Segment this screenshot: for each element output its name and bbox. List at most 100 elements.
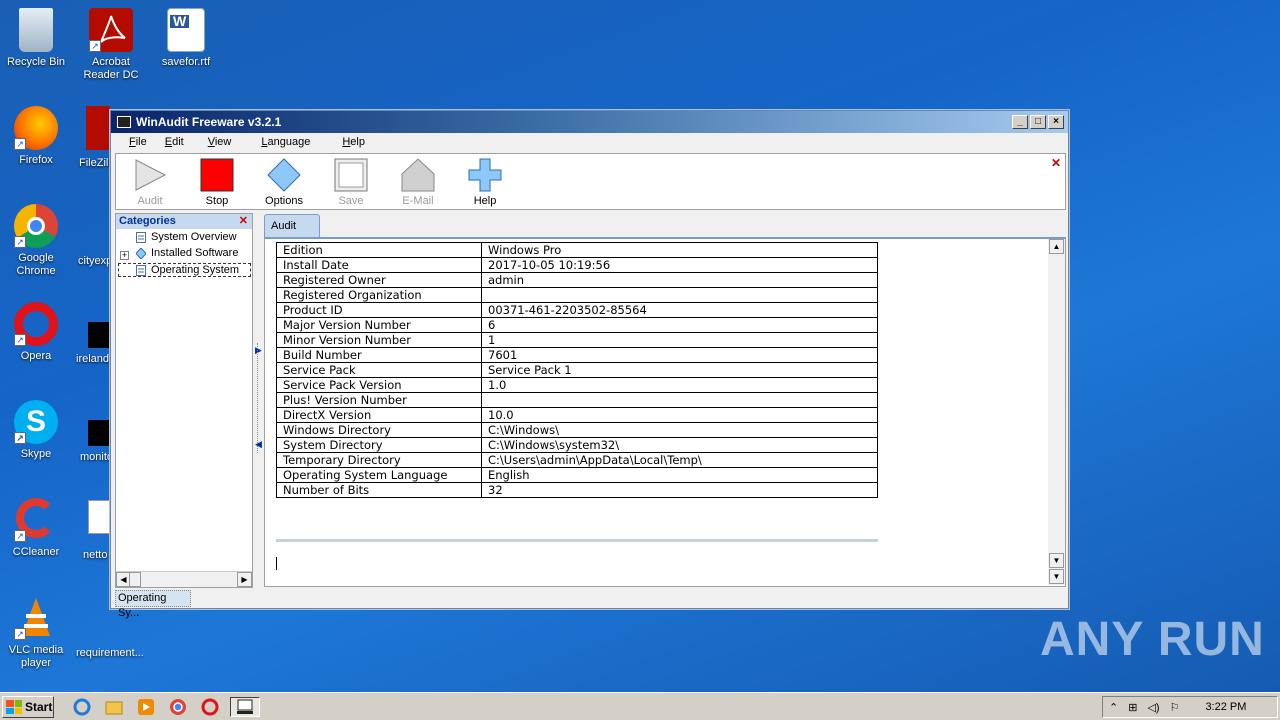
firefox-icon: ↗ (14, 106, 58, 150)
categories-panel: Categories ✕ System Overview + Installed… (115, 213, 253, 588)
save-icon (334, 158, 368, 192)
property-value-cell: 32 (481, 482, 878, 498)
menu-help[interactable]: Help (338, 136, 379, 148)
property-name-cell: Service Pack Version (276, 377, 482, 393)
desktop-label-requirement[interactable]: requirement... (76, 647, 144, 659)
tree-item-operating-system[interactable]: Operating System (118, 263, 251, 277)
desktop-icon-vlc[interactable]: ↗ VLC media player (1, 596, 71, 670)
desktop-label-netto[interactable]: netto (83, 549, 107, 561)
save-button[interactable]: Save (321, 158, 381, 207)
table-row: Windows Directory C:\Windows\ (276, 422, 878, 438)
scroll-right-button[interactable]: ▶ (237, 572, 252, 587)
property-value-cell: 00371-461-2203502-85564 (481, 302, 878, 318)
ie-icon[interactable] (70, 697, 94, 717)
desktop-icon-skype[interactable]: S ↗ Skype (1, 400, 71, 461)
close-button[interactable]: × (1048, 115, 1064, 129)
desktop-label-cityexp[interactable]: cityexp (78, 255, 112, 267)
menu-view[interactable]: View (204, 136, 258, 148)
tree-expander-installed-software[interactable]: + (120, 251, 129, 260)
maximize-button[interactable]: □ (1030, 115, 1046, 129)
property-value-cell: 2017-10-05 10:19:56 (481, 257, 878, 273)
desktop-icon-recycle-bin[interactable]: Recycle Bin (1, 8, 71, 69)
desktop-label-monito[interactable]: monito (80, 451, 113, 463)
help-button[interactable]: Help (455, 158, 515, 207)
tray-expand-icon[interactable]: ⌃ (1109, 701, 1118, 714)
chrome-icon: ↗ (14, 204, 58, 248)
acrobat-icon: ↗ (89, 8, 133, 52)
scroll-end-button[interactable]: ▼ (1049, 553, 1064, 568)
menu-edit[interactable]: Edit (161, 136, 204, 148)
skype-icon: S ↗ (14, 400, 58, 444)
email-icon (401, 158, 435, 192)
property-value-cell: C:\Users\admin\AppData\Local\Temp\ (481, 452, 878, 468)
opera-icon: ↗ (14, 302, 58, 346)
desktop-icon-opera[interactable]: ↗ Opera (1, 302, 71, 363)
desktop-icon-savefor[interactable]: W savefor.rtf (151, 8, 221, 69)
table-row: Operating System Language English (276, 467, 878, 483)
ccleaner-icon: ↗ (14, 498, 58, 542)
property-value-cell: 7601 (481, 347, 878, 363)
desktop-icon-firefox[interactable]: ↗ Firefox (1, 106, 71, 167)
categories-close-icon[interactable]: ✕ (239, 214, 248, 229)
property-value-cell: English (481, 467, 878, 483)
media-player-icon[interactable] (134, 697, 158, 717)
file-icon (88, 322, 110, 348)
menu-bar: File Edit View Language Help (111, 133, 1068, 151)
stop-button[interactable]: Stop (187, 158, 247, 207)
property-value-cell: C:\Windows\system32\ (481, 437, 878, 453)
volume-icon[interactable]: ◁) (1147, 701, 1159, 714)
title-bar[interactable]: WinAudit Freeware v3.2.1 _ □ × (111, 111, 1068, 133)
property-name-cell: Number of Bits (276, 482, 482, 498)
taskbar-items (70, 697, 260, 717)
network-icon[interactable]: ⊞ (1128, 701, 1137, 714)
plus-icon (468, 158, 502, 192)
explorer-icon[interactable] (102, 697, 126, 717)
tab-audit[interactable]: Audit (264, 214, 320, 237)
tree-item-system-overview[interactable]: System Overview (136, 231, 237, 243)
table-row: Number of Bits 32 (276, 482, 878, 498)
collapse-left-icon[interactable]: ◀ (255, 439, 262, 450)
status-bar: Operating Sy... (115, 590, 1066, 619)
winaudit-icon[interactable] (230, 697, 260, 717)
scroll-up-button[interactable]: ▲ (1049, 239, 1064, 254)
horizontal-scrollbar[interactable]: ◀ ▶ (116, 571, 252, 587)
watermark: ANY RUN (1040, 613, 1265, 666)
property-value-cell (481, 392, 878, 408)
diamond-icon (267, 158, 301, 192)
desktop-icon-acrobat[interactable]: ↗ Acrobat Reader DC (76, 8, 146, 82)
start-button[interactable]: Start (2, 696, 54, 718)
flag-icon[interactable]: ⚐ (1170, 701, 1180, 714)
property-name-cell: Registered Organization (276, 287, 482, 303)
table-row: Service Pack Version 1.0 (276, 377, 878, 393)
panel-splitter[interactable]: ▶ ◀ (254, 213, 264, 588)
table-row: Temporary Directory C:\Users\admin\AppDat… (276, 452, 878, 468)
property-value-cell: 1 (481, 332, 878, 348)
desktop-label-irelandr[interactable]: irelandr (76, 353, 113, 365)
menu-file[interactable]: File (125, 136, 161, 148)
table-row: DirectX Version 10.0 (276, 407, 878, 423)
property-name-cell: Temporary Directory (276, 452, 482, 468)
audit-button[interactable]: Audit (120, 158, 180, 207)
window-title: WinAudit Freeware v3.2.1 (136, 115, 282, 129)
property-name-cell: Registered Owner (276, 272, 482, 288)
menu-language[interactable]: Language (257, 136, 338, 148)
vertical-scrollbar[interactable]: ▲ ▼ ▼ (1048, 239, 1065, 585)
clock[interactable]: 3:22 PM (1205, 701, 1246, 713)
desktop-icon-ccleaner[interactable]: ↗ CCleaner (1, 498, 71, 559)
toolbar-close-icon[interactable]: ✕ (1051, 156, 1061, 170)
opera-icon[interactable] (198, 697, 222, 717)
email-button[interactable]: E-Mail (388, 158, 448, 207)
scroll-down-button[interactable]: ▼ (1049, 569, 1064, 584)
desktop-icon-chrome[interactable]: ↗ Google Chrome (1, 204, 71, 278)
table-row: Service Pack Service Pack 1 (276, 362, 878, 378)
os-info-table: Edition Windows Pro Install Date 2017-10-05… (276, 242, 878, 498)
minimize-button[interactable]: _ (1012, 115, 1028, 129)
property-value-cell: 10.0 (481, 407, 878, 423)
system-tray: ⌃ ⊞ ◁) ⚐ 3:22 PM (1102, 696, 1278, 718)
property-value-cell: 6 (481, 317, 878, 333)
options-button[interactable]: Options (254, 158, 314, 207)
scroll-thumb[interactable] (129, 572, 141, 587)
toolbar: Audit Stop Options Save E-Mail Help ✕ (115, 153, 1066, 210)
chrome-icon[interactable] (166, 697, 190, 717)
tree-item-installed-software[interactable]: Installed Software (136, 247, 238, 259)
